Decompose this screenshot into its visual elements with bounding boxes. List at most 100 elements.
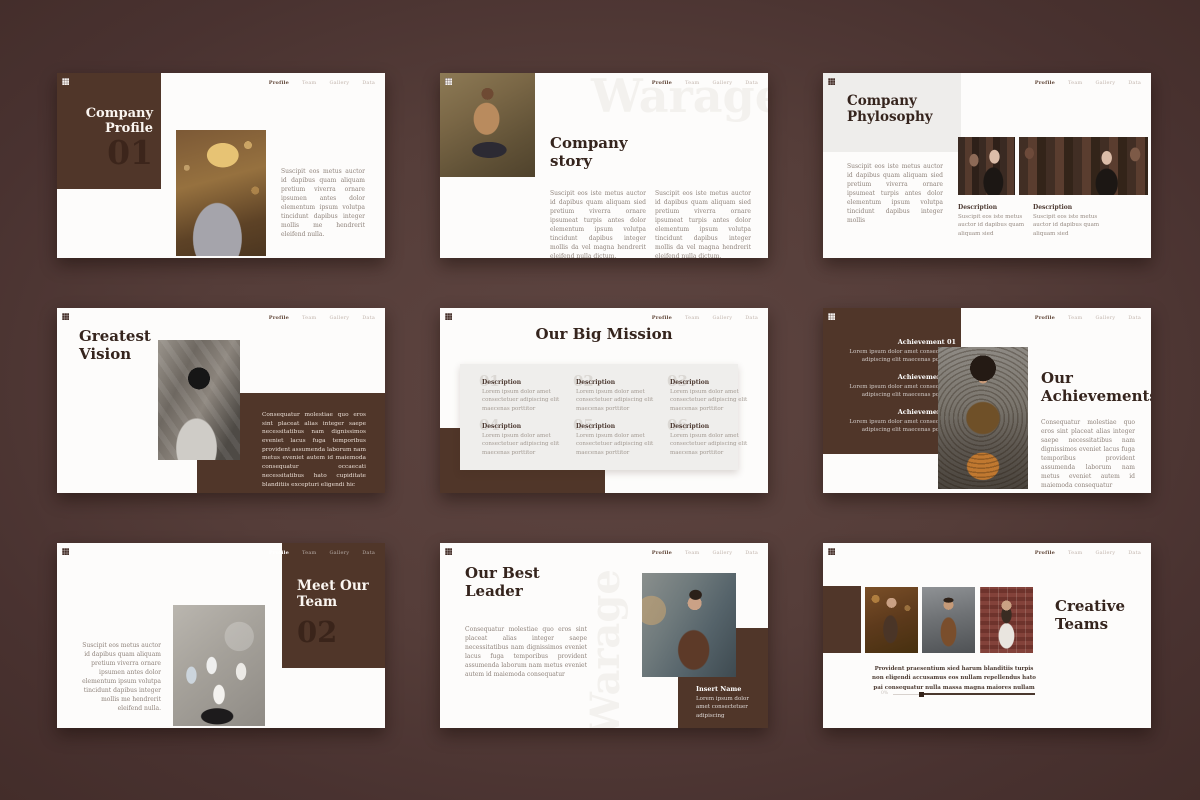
nav-item-profile: Profile: [652, 80, 672, 86]
nav-item-data: Data: [1128, 80, 1141, 86]
body-text: Suscipit eos iste metus auctor id dapibu…: [847, 162, 943, 225]
slide-company-story[interactable]: Warage ProfileTeamGalleryData Company st…: [440, 73, 768, 258]
slide-creative-teams[interactable]: ProfileTeamGalleryData Creative Teams Pr…: [823, 543, 1151, 728]
slide-nav: ProfileTeamGalleryData: [269, 315, 375, 321]
leader-name-block: Insert Name Lorem ipsum dolor amet conse…: [696, 685, 758, 720]
title-line: story: [550, 153, 628, 171]
slider-track-dark: [924, 693, 1035, 695]
nav-item-profile: Profile: [652, 315, 672, 321]
slide-title: Our Big Mission: [440, 326, 768, 344]
plaid-logo-icon: [828, 548, 835, 555]
plaid-logo-icon: [828, 313, 835, 320]
mission-item: 04 Description Lorem ipsum dolor amet co…: [482, 423, 568, 457]
section-number: 02: [297, 615, 337, 649]
nav-item-team: Team: [685, 315, 699, 321]
slide-title: Greatest Vision: [79, 328, 151, 363]
body-text: Consequatur molestiae quo eros sint plac…: [1041, 418, 1135, 490]
slide-nav: ProfileTeamGalleryData: [652, 550, 758, 556]
title-line: Meet Our: [297, 579, 369, 595]
nav-item-data: Data: [362, 315, 375, 321]
slide-company-profile[interactable]: ProfileTeamGalleryData Company Profile 0…: [57, 73, 385, 258]
slide-title: Company story: [550, 135, 628, 170]
slide-company-phylosophy[interactable]: ProfileTeamGalleryData Company Phylosoph…: [823, 73, 1151, 258]
slide-meet-our-team[interactable]: ProfileTeamGalleryData Meet Our Team 02 …: [57, 543, 385, 728]
mission-item: 02 Description Lorem ipsum dolor amet co…: [576, 379, 662, 413]
title-line: Achievements: [1041, 388, 1151, 406]
mission-item: 06 Description Lorem ipsum dolor amet co…: [670, 423, 756, 457]
description-text: Suscipit eos iste metus auctor id dapibu…: [958, 213, 1030, 238]
title-line: Teams: [1055, 616, 1125, 634]
nav-item-profile: Profile: [1035, 80, 1055, 86]
plaid-logo-icon: [445, 548, 452, 555]
slide-title: Meet Our Team: [297, 579, 369, 611]
template-preview-canvas: ProfileTeamGalleryData Company Profile 0…: [0, 0, 1200, 800]
photo-member-2: [922, 587, 975, 653]
slide-nav: ProfileTeamGalleryData: [269, 550, 375, 556]
description-text: Lorem ipsum dolor amet consectetuer adip…: [670, 388, 756, 413]
plaid-logo-icon: [445, 313, 452, 320]
photo-member-1: [865, 587, 918, 653]
slide-our-achievements[interactable]: ProfileTeamGalleryData Achievement 01 Lo…: [823, 308, 1151, 493]
nav-item-gallery: Gallery: [329, 550, 349, 556]
nav-item-gallery: Gallery: [712, 315, 732, 321]
description-label: Description: [670, 379, 756, 386]
nav-item-profile: Profile: [1035, 550, 1055, 556]
title-line: Leader: [465, 583, 540, 601]
nav-item-team: Team: [685, 550, 699, 556]
nav-item-team: Team: [685, 80, 699, 86]
body-text: Suscipit eos metus auctor id dapibus qua…: [75, 641, 161, 713]
slide-nav: ProfileTeamGalleryData: [1035, 315, 1141, 321]
nav-item-gallery: Gallery: [712, 80, 732, 86]
warage-watermark-vertical: Warage: [582, 543, 629, 728]
nav-item-data: Data: [745, 315, 758, 321]
nav-item-profile: Profile: [1035, 315, 1055, 321]
plaid-logo-icon: [62, 313, 69, 320]
title-line: Creative: [1055, 598, 1125, 616]
nav-item-profile: Profile: [269, 80, 289, 86]
title-line: Our: [1041, 370, 1151, 388]
title-line: Company: [847, 94, 933, 110]
slide-greatest-vision[interactable]: ProfileTeamGalleryData Greatest Vision C…: [57, 308, 385, 493]
description-label: Description: [482, 379, 568, 386]
nav-item-team: Team: [1068, 315, 1082, 321]
description-text: Lorem ipsum dolor amet consectetuer adip…: [576, 432, 662, 457]
photo-person-black-hat: [158, 340, 240, 460]
photo-dark-scene-1: [958, 137, 1015, 195]
nav-item-data: Data: [745, 80, 758, 86]
slide-our-big-mission[interactable]: Profile Team Gallery Data Our Big Mission 0…: [440, 308, 768, 493]
nav-item-gallery: Gallery: [1095, 550, 1115, 556]
body-text-col2: Suscipit eos iste metus auctor id dapibu…: [655, 189, 751, 258]
slider-track-light: [893, 694, 919, 695]
slide-title: Creative Teams: [1055, 598, 1125, 633]
mission-card: 01 Description Lorem ipsum dolor amet co…: [460, 364, 738, 470]
body-columns: Suscipit eos iste metus auctor id dapibu…: [550, 189, 752, 258]
slide-our-best-leader[interactable]: Warage ProfileTeamGalleryData Our Best L…: [440, 543, 768, 728]
slider-value-label: 0%: [881, 691, 888, 696]
nav-item-data: Data: [1128, 315, 1141, 321]
description-block-2: Description Suscipit eos iste metus auct…: [1033, 204, 1105, 238]
photo-woman-gray-coat: [176, 130, 266, 256]
nav-item-gallery: Gallery: [329, 80, 349, 86]
title-line: Our Best: [465, 565, 540, 583]
caption-text: Provident praesentium sied harum blandit…: [868, 665, 1040, 693]
nav-item-data: Data: [362, 80, 375, 86]
nav-item-data: Data: [1128, 550, 1141, 556]
nav-item-profile: Profile: [269, 550, 289, 556]
slide-title: Our Best Leader: [465, 565, 540, 600]
title-line: Vision: [79, 346, 151, 364]
description-text: Suscipit eos iste metus auctor id dapibu…: [1033, 213, 1105, 238]
progress-slider[interactable]: 0%: [881, 691, 1041, 697]
photo-member-3: [980, 587, 1033, 653]
nav-item-team: Team: [302, 315, 316, 321]
name-label: Insert Name: [696, 685, 758, 693]
slides-grid: ProfileTeamGalleryData Company Profile 0…: [57, 73, 1151, 728]
slide-title: Our Achievements: [1041, 370, 1151, 405]
body-text: Suscipit eos metus auctor id dapibus qua…: [281, 167, 365, 239]
photo-dark-scene-2: [1019, 137, 1148, 195]
mission-item: 01 Description Lorem ipsum dolor amet co…: [482, 379, 568, 413]
description-label: Description: [576, 379, 662, 386]
plaid-logo-icon: [62, 548, 69, 555]
nav-item-profile: Profile: [652, 550, 672, 556]
photo-team-posing: [173, 605, 265, 726]
title-line: Phylosophy: [847, 110, 933, 126]
